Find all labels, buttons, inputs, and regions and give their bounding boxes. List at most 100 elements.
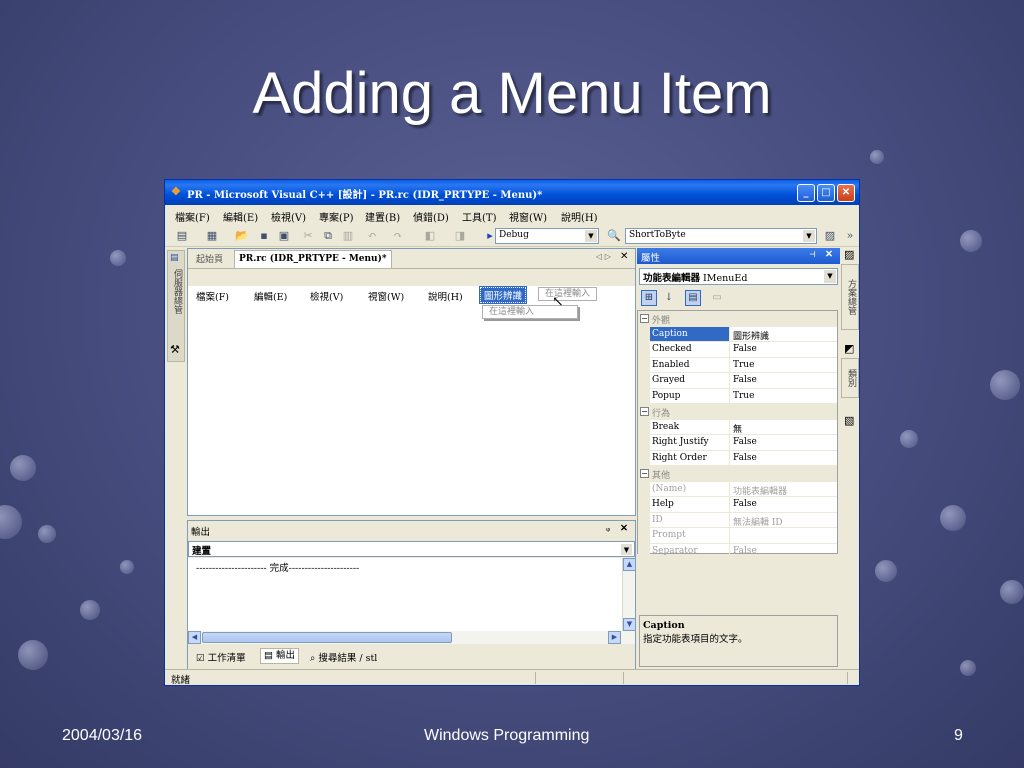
copy-icon[interactable]: ⧉ — [321, 229, 335, 243]
scroll-down-icon[interactable]: ▼ — [623, 618, 636, 631]
menu-view[interactable]: 檢視(V) — [271, 209, 306, 224]
save-icon[interactable]: ▪ — [257, 229, 271, 243]
design-menu-help[interactable]: 說明(H) — [428, 289, 463, 303]
design-menu-view[interactable]: 檢視(V) — [310, 289, 343, 303]
menu-file[interactable]: 檔案(F) — [175, 209, 210, 224]
property-row[interactable]: Break 無 — [638, 419, 837, 435]
property-row[interactable]: Caption 圖形辨識 — [638, 326, 837, 342]
solution-explorer-icon[interactable]: ▨ — [844, 248, 854, 261]
maximize-button[interactable]: □ — [817, 184, 835, 202]
property-row[interactable]: ID 無法編輯 ID — [638, 512, 837, 528]
property-row[interactable]: Help False — [638, 497, 837, 513]
title-bar[interactable]: ❖ PR - Microsoft Visual C++ [設計] - PR.rc… — [165, 180, 859, 205]
navigate-back-icon[interactable]: ◧ — [423, 229, 437, 243]
paste-icon[interactable]: ▥ — [341, 229, 355, 243]
tab-class-view[interactable]: 類別 — [841, 358, 859, 398]
menu-debug[interactable]: 偵錯(D) — [413, 209, 449, 224]
class-view-icon[interactable]: ◩ — [844, 342, 854, 355]
collapse-icon[interactable]: − — [640, 314, 649, 323]
type-here-menubar[interactable]: 在這裡輸入 — [538, 287, 598, 301]
solution-config-select[interactable]: Debug ▼ — [495, 228, 599, 244]
menu-build[interactable]: 建置(B) — [365, 209, 400, 224]
collapse-icon[interactable]: − — [640, 407, 649, 416]
categorized-icon[interactable]: ⊞ — [641, 290, 657, 306]
property-row[interactable]: Popup True — [638, 388, 837, 404]
menu-tools[interactable]: 工具(T) — [462, 209, 496, 224]
output-source-select[interactable]: 建置 ▼ — [188, 541, 635, 557]
collapse-icon[interactable]: − — [640, 469, 649, 478]
toolbar-options-icon[interactable]: » — [843, 229, 857, 243]
property-value[interactable]: False — [730, 435, 837, 451]
category-misc[interactable]: − 其他 — [638, 466, 837, 482]
property-value[interactable]: True — [730, 358, 837, 373]
redo-icon[interactable]: ↷ — [391, 229, 405, 243]
scroll-right-icon[interactable]: ▶ — [608, 631, 621, 644]
property-pages-icon[interactable]: ▭ — [709, 290, 725, 306]
tab-output[interactable]: ▤ 輸出 — [260, 648, 300, 664]
property-value[interactable]: False — [730, 342, 837, 358]
property-row[interactable]: Prompt — [638, 528, 837, 544]
property-row[interactable]: Enabled True — [638, 357, 837, 373]
design-menu-window[interactable]: 視窗(W) — [368, 289, 404, 303]
properties-icon[interactable]: ▤ — [685, 290, 701, 306]
tab-menu-resource[interactable]: PR.rc (IDR_PRTYPE - Menu)* — [234, 250, 392, 268]
design-menu-file[interactable]: 檔案(F) — [196, 289, 229, 303]
property-value[interactable]: 圖形辨識 — [730, 327, 837, 342]
design-menu-edit[interactable]: 編輯(E) — [254, 289, 287, 303]
tab-start-page[interactable]: 起始頁 — [196, 252, 223, 265]
property-value[interactable]: False — [730, 373, 837, 389]
close-button[interactable]: ✕ — [837, 184, 855, 202]
minimize-button[interactable]: _ — [797, 184, 815, 202]
scroll-thumb[interactable] — [202, 632, 452, 643]
description-title: Caption — [643, 620, 685, 631]
navigate-forward-icon[interactable]: ◨ — [453, 229, 467, 243]
property-value[interactable]: False — [730, 497, 837, 513]
pin-icon[interactable]: ⊣ — [809, 250, 816, 259]
scroll-left-icon[interactable]: ◀ — [188, 631, 201, 644]
property-row[interactable]: Separator False — [638, 543, 837, 559]
output-text: ---------------------- 完成---------------… — [188, 558, 622, 631]
undo-icon[interactable]: ↶ — [365, 229, 379, 243]
menu-help[interactable]: 說明(H) — [561, 209, 598, 224]
property-value[interactable]: True — [730, 389, 837, 404]
server-explorer-tab[interactable]: ▤ 伺服器總管 ⚒ — [167, 250, 185, 362]
close-output-icon[interactable]: ✕ — [620, 523, 628, 534]
property-row[interactable]: Grayed False — [638, 373, 837, 389]
tab-solution-explorer[interactable]: 方案總管 — [841, 264, 859, 330]
property-row[interactable]: Right Order False — [638, 450, 837, 466]
cut-icon[interactable]: ✂ — [301, 229, 315, 243]
menu-edit[interactable]: 編輯(E) — [223, 209, 258, 224]
property-row[interactable]: (Name) 功能表編輯器 — [638, 481, 837, 497]
menu-project[interactable]: 專案(P) — [319, 209, 354, 224]
find-combo[interactable]: ShortToByte ▼ — [625, 228, 817, 244]
output-horizontal-scrollbar[interactable]: ◀ ▶ — [188, 631, 635, 644]
add-item-icon[interactable]: ▦ — [205, 229, 219, 243]
tab-find-results[interactable]: ⌕ 搜尋結果 / stl — [310, 650, 377, 664]
tab-task-list[interactable]: ☑ 工作清單 — [196, 650, 246, 664]
solution-explorer-icon[interactable]: ▨ — [823, 229, 837, 243]
close-properties-icon[interactable]: ✕ — [825, 249, 833, 260]
close-tab-icon[interactable]: ✕ — [620, 251, 628, 262]
new-project-icon[interactable]: ▤ — [175, 229, 189, 243]
pin-icon[interactable]: ᵩ — [606, 523, 610, 534]
category-appearance[interactable]: − 外觀 — [638, 311, 837, 327]
property-value[interactable]: False — [730, 451, 837, 466]
property-row[interactable]: Checked False — [638, 342, 837, 358]
open-file-icon[interactable]: 📂 — [235, 229, 249, 243]
output-vertical-scrollbar[interactable]: ▲ ▼ — [622, 558, 636, 631]
find-in-files-icon[interactable]: 🔍 — [607, 229, 621, 243]
category-behavior[interactable]: − 行為 — [638, 404, 837, 420]
alphabetical-icon[interactable]: ↓ — [661, 290, 677, 306]
toolbox-icon[interactable]: ⚒ — [170, 343, 180, 356]
menu-window[interactable]: 視窗(W) — [509, 209, 547, 224]
properties-title: 屬性 — [641, 253, 661, 264]
object-select[interactable]: 功能表編輯器 IMenuEd ▼ — [639, 268, 838, 285]
scroll-up-icon[interactable]: ▲ — [623, 558, 636, 571]
tab-scroll-icon[interactable]: ◁ ▷ — [596, 252, 611, 261]
server-explorer-label: 伺服器總管 — [172, 269, 182, 314]
resource-view-icon[interactable]: ▧ — [844, 414, 854, 427]
property-row[interactable]: Right Justify False — [638, 435, 837, 451]
property-value[interactable]: 無 — [730, 420, 837, 435]
design-menu-new-item[interactable]: 圖形辨識 — [478, 286, 528, 304]
save-all-icon[interactable]: ▣ — [277, 229, 291, 243]
